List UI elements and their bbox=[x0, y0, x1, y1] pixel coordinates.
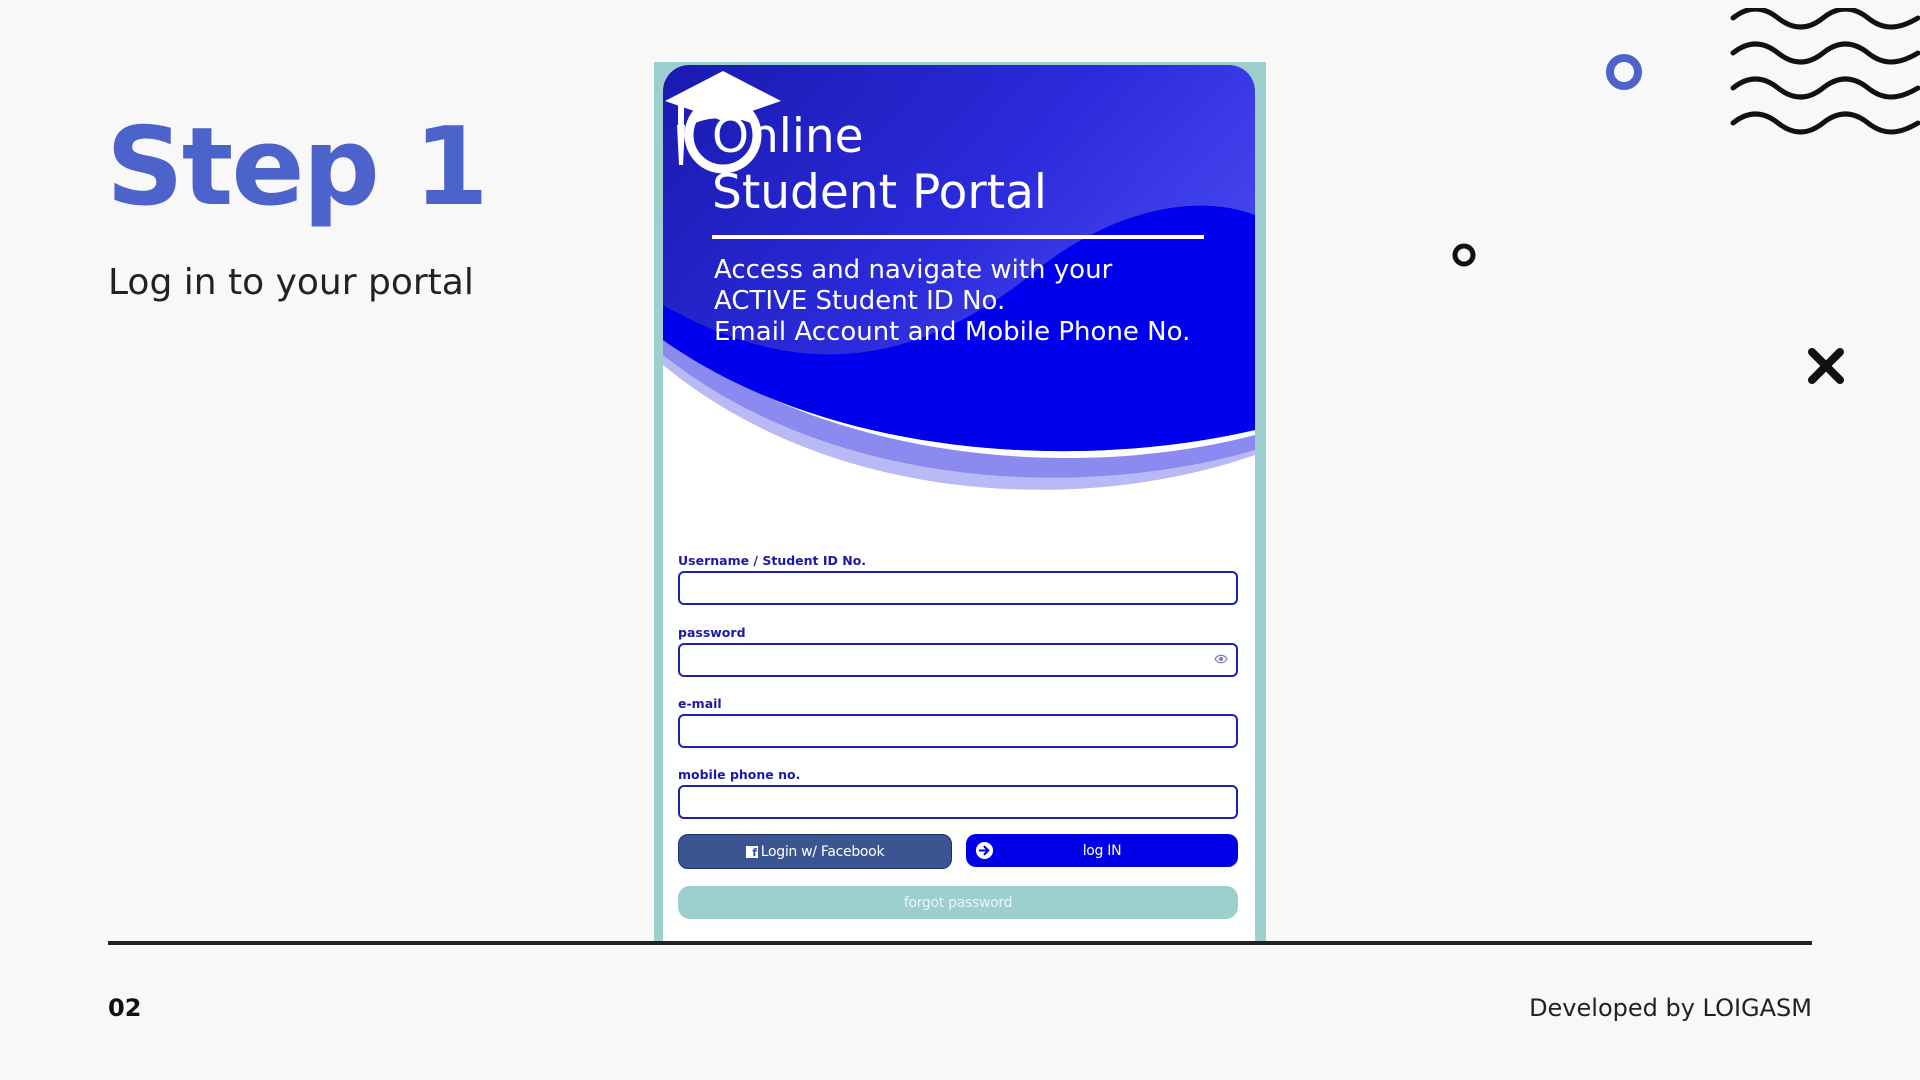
arrow-right-circle-icon bbox=[975, 841, 994, 860]
username-label: Username / Student ID No. bbox=[678, 553, 867, 568]
portal-screenshot: Online Student Portal Access and navigat… bbox=[654, 62, 1266, 942]
log-in-button-label: log IN bbox=[1082, 842, 1122, 859]
portal-login-card: Online Student Portal Access and navigat… bbox=[663, 65, 1255, 942]
wavy-lines-icon bbox=[1730, 8, 1920, 135]
portal-hero-banner: Online Student Portal Access and navigat… bbox=[663, 65, 1255, 535]
portal-desc-line1: Access and navigate with your bbox=[714, 255, 1113, 285]
email-input[interactable] bbox=[678, 714, 1238, 748]
close-x-icon bbox=[1808, 348, 1844, 384]
portal-desc-line3: Email Account and Mobile Phone No. bbox=[714, 317, 1191, 347]
portal-title-divider bbox=[712, 235, 1204, 239]
email-label: e-mail bbox=[678, 696, 722, 711]
step-subtitle: Log in to your portal bbox=[108, 262, 474, 303]
credit-text: Developed by LOIGASM bbox=[1529, 994, 1812, 1022]
password-label: password bbox=[678, 625, 746, 640]
facebook-button-label: Login w/ Facebook bbox=[760, 843, 885, 860]
facebook-icon: f bbox=[745, 845, 758, 859]
eye-icon[interactable] bbox=[1214, 654, 1228, 664]
ring-icon bbox=[1606, 54, 1642, 90]
portal-description: Access and navigate with your ACTIVE Stu… bbox=[714, 255, 1190, 348]
username-input[interactable] bbox=[678, 571, 1238, 605]
forgot-password-button[interactable]: forgot password bbox=[678, 886, 1238, 919]
portal-desc-line2: ACTIVE Student ID No. bbox=[714, 286, 1006, 316]
graduation-cap-icon bbox=[665, 71, 781, 174]
footer-divider bbox=[108, 941, 1812, 945]
page-number: 02 bbox=[108, 994, 142, 1022]
step-title: Step 1 bbox=[106, 105, 489, 230]
login-facebook-button[interactable]: f Login w/ Facebook bbox=[678, 834, 952, 869]
small-ring-icon bbox=[1452, 243, 1476, 267]
password-input[interactable] bbox=[678, 643, 1238, 677]
mobile-label: mobile phone no. bbox=[678, 767, 801, 782]
log-in-button[interactable]: log IN bbox=[966, 834, 1238, 867]
mobile-input[interactable] bbox=[678, 785, 1238, 819]
